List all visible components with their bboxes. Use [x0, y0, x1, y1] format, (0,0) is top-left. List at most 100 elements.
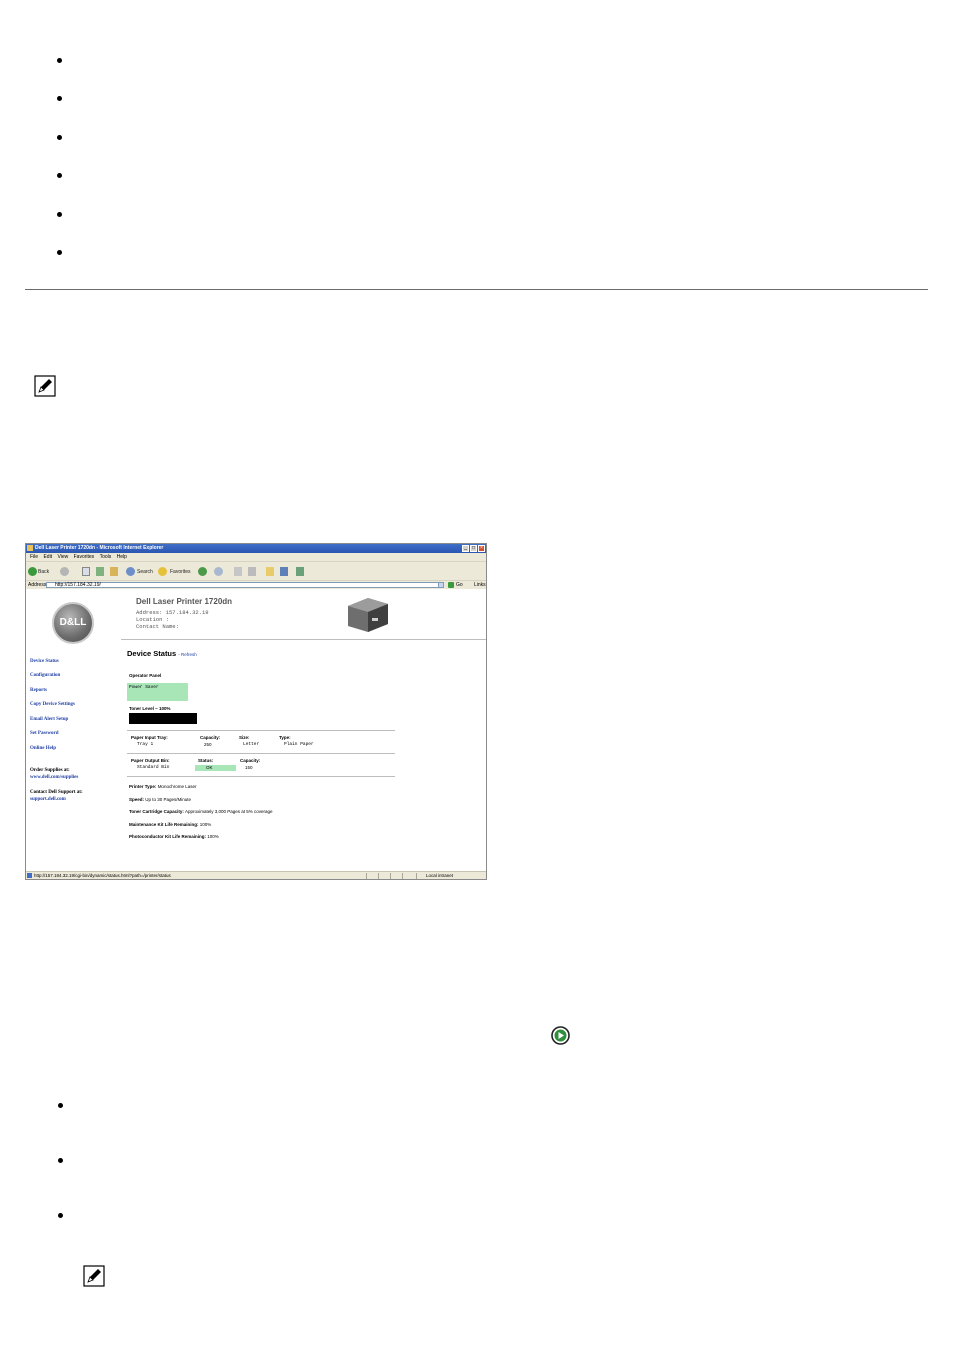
input-tray-value: Tray 1	[137, 742, 154, 747]
stop-icon[interactable]	[82, 567, 90, 576]
refresh-link[interactable]: - Refresh	[178, 652, 197, 657]
maximize-icon[interactable]: □	[470, 545, 477, 552]
spec-value: Up to 30 Pages/Minute	[145, 797, 192, 802]
spec-maintenance-kit: Maintenance Kit Life Remaining: 100%	[129, 822, 211, 827]
address-input[interactable]: http://157.184.32.19/	[46, 582, 444, 588]
input-tray-header: Paper Input Tray:	[131, 735, 168, 740]
print-icon[interactable]	[234, 567, 242, 576]
output-capacity-value: 150	[245, 765, 253, 770]
menu-help[interactable]: Help	[117, 554, 127, 560]
refresh-icon[interactable]	[96, 567, 104, 576]
list-bullet	[57, 96, 62, 101]
menu-file[interactable]: File	[30, 554, 38, 560]
browser-toolbar: Back Search Favorites	[26, 561, 486, 582]
spec-value: 100%	[199, 822, 212, 827]
address-bar: Address http://157.184.32.19/ Go Links	[26, 580, 486, 589]
spec-label: Toner Cartridge Capacity:	[129, 809, 184, 814]
messenger-icon[interactable]	[280, 567, 288, 576]
nav-copy-device-settings[interactable]: Copy Device Settings	[30, 702, 75, 707]
output-bin-header: Paper Output Bin:	[131, 758, 170, 763]
play-arrow-icon	[551, 1026, 570, 1045]
output-bin-value: Standard Bin	[137, 765, 170, 770]
printer-address: Address: 157.184.32.19	[136, 609, 209, 616]
back-icon[interactable]	[28, 567, 37, 576]
window-titlebar: Dell Laser Printer 1720dn - Microsoft In…	[26, 544, 486, 553]
table-divider	[127, 776, 395, 777]
folder-icon[interactable]	[266, 567, 274, 576]
tools-icon[interactable]	[296, 567, 304, 576]
toner-level-label: Toner Level ~ 100%	[129, 706, 171, 711]
list-bullet	[57, 173, 62, 178]
list-bullet	[58, 1103, 63, 1108]
address-label: Address	[28, 582, 47, 588]
status-separator	[402, 873, 403, 879]
menu-tools[interactable]: Tools	[100, 554, 112, 560]
order-supplies-link[interactable]: www.dell.com/supplies	[30, 775, 78, 780]
dell-logo-text: D&LL	[59, 617, 87, 628]
spec-label: Printer Type:	[129, 784, 157, 789]
home-icon[interactable]	[110, 567, 118, 576]
input-size-header: Size:	[239, 735, 250, 740]
contact-support-link[interactable]: support.dell.com	[30, 797, 66, 802]
links-button[interactable]: Links	[474, 581, 486, 589]
favorites-icon[interactable]	[158, 567, 167, 576]
status-separator	[378, 873, 379, 879]
close-icon[interactable]: ×	[478, 545, 485, 552]
spec-toner-capacity: Toner Cartridge Capacity: Approximately …	[129, 809, 273, 814]
section-divider	[25, 289, 928, 290]
output-status-value: OK	[206, 765, 213, 770]
table-divider	[127, 753, 395, 754]
dell-logo: D&LL	[52, 602, 94, 644]
list-bullet	[57, 58, 62, 63]
menu-bar: File Edit View Favorites Tools Help	[26, 553, 486, 561]
list-bullet	[57, 250, 62, 255]
menu-view[interactable]: View	[57, 554, 68, 560]
edit-icon[interactable]	[248, 567, 256, 576]
input-capacity-header: Capacity:	[200, 735, 221, 740]
printer-contact: Contact Name:	[136, 623, 179, 630]
menu-favorites[interactable]: Favorites	[74, 554, 95, 560]
favorites-label: Favorites	[170, 569, 191, 575]
go-arrow-icon[interactable]	[448, 582, 454, 588]
menu-edit[interactable]: Edit	[43, 554, 52, 560]
status-url: http://157.184.32.19/cgi-bin/dynamic/sta…	[34, 873, 171, 878]
list-bullet	[57, 135, 62, 140]
nav-configuration[interactable]: Configuration	[30, 673, 60, 678]
spec-value: Monochrome Laser	[157, 784, 197, 789]
nav-device-status[interactable]: Device Status	[30, 659, 59, 664]
spec-label: Maintenance Kit Life Remaining:	[129, 822, 199, 827]
forward-icon[interactable]	[60, 567, 69, 576]
operator-panel-label: Operator Panel	[129, 673, 162, 678]
pencil-note-icon	[83, 1265, 105, 1287]
status-separator	[366, 873, 367, 879]
printer-image	[348, 598, 388, 632]
nav-reports[interactable]: Reports	[30, 688, 47, 693]
history-icon[interactable]	[198, 567, 207, 576]
printer-location: Location :	[136, 616, 170, 623]
toner-level-bar	[129, 713, 197, 724]
nav-email-alert-setup[interactable]: Email Alert Setup	[30, 717, 68, 722]
minimize-icon[interactable]: _	[462, 545, 469, 552]
spec-photoconductor-kit: Photoconductor Kit Life Remaining: 100%	[129, 834, 219, 839]
nav-set-password[interactable]: Set Password	[30, 731, 58, 736]
input-size-value: Letter	[243, 742, 260, 747]
ie-icon	[27, 545, 33, 551]
status-separator	[416, 873, 417, 879]
nav-online-help[interactable]: Online Help	[30, 746, 56, 751]
list-bullet	[58, 1213, 63, 1218]
spec-printer-type: Printer Type: Monochrome Laser	[129, 784, 196, 789]
order-supplies-label: Order Supplies at:	[30, 768, 70, 773]
contact-support-label: Contact Dell Support at:	[30, 790, 83, 795]
search-label: Search	[137, 569, 153, 575]
header-divider	[121, 639, 486, 640]
search-icon[interactable]	[126, 567, 135, 576]
spec-label: Photoconductor Kit Life Remaining:	[129, 834, 206, 839]
output-status-header: Status:	[198, 758, 214, 763]
mail-icon[interactable]	[214, 567, 223, 576]
list-bullet	[58, 1158, 63, 1163]
embedded-browser-screenshot: Dell Laser Printer 1720dn - Microsoft In…	[25, 543, 487, 880]
browser-statusbar: http://157.184.32.19/cgi-bin/dynamic/sta…	[26, 871, 486, 879]
address-dropdown-icon[interactable]	[438, 582, 444, 588]
spec-label: Speed:	[129, 797, 145, 802]
go-button[interactable]: Go	[456, 581, 463, 589]
